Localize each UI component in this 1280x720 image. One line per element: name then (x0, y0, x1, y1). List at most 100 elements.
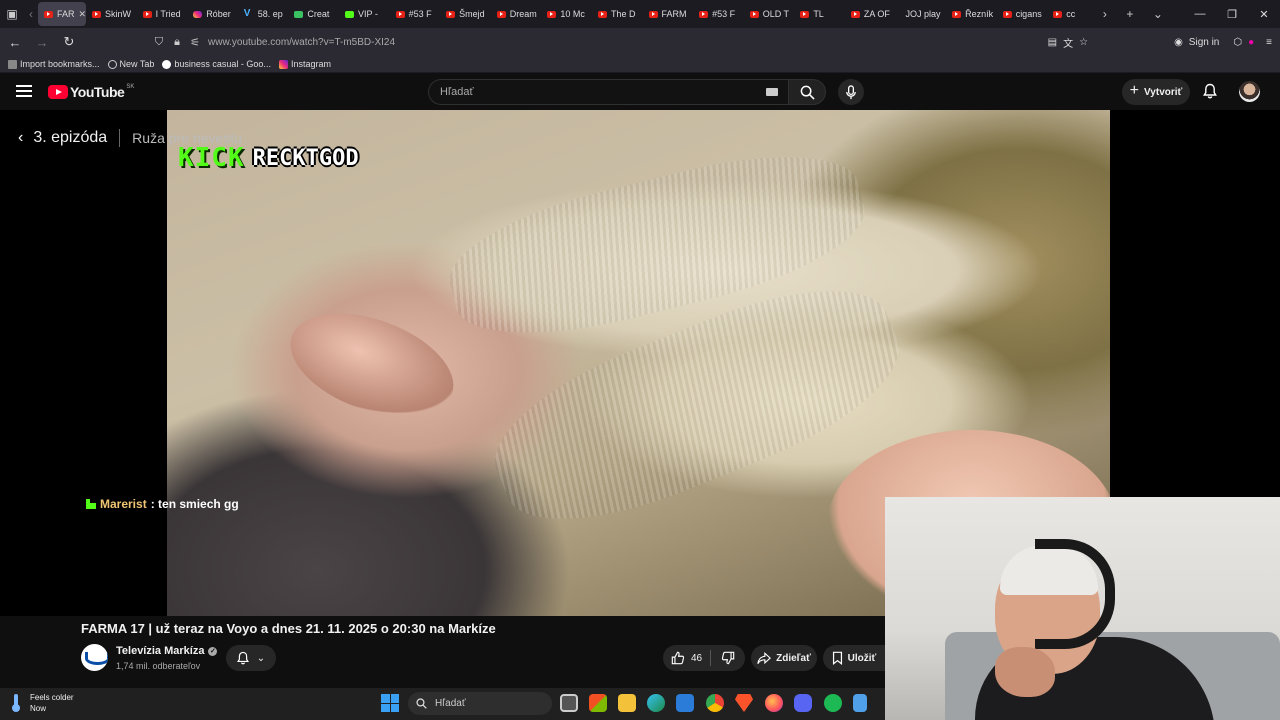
bookmark-item[interactable]: Import bookmarks... (8, 59, 100, 69)
account-avatar[interactable] (1239, 81, 1260, 102)
search-button[interactable] (788, 79, 826, 105)
browser-tab[interactable]: The D (592, 2, 643, 26)
browser-tab[interactable]: cc (1047, 2, 1098, 26)
bookmark-item[interactable]: business casual - Goo... (162, 59, 271, 69)
notifications-button[interactable] (1199, 80, 1221, 102)
scroll-tabs-right-icon[interactable]: › (1098, 2, 1112, 26)
discord-icon[interactable] (794, 694, 812, 712)
save-button[interactable]: Uložiť (823, 645, 885, 671)
browser-tab[interactable]: Řezník (946, 2, 997, 26)
maximize-icon[interactable]: ❐ (1216, 0, 1248, 28)
episode-label: 3. epizóda (33, 129, 108, 146)
shield-icon[interactable]: ⛉ (150, 36, 168, 49)
like-button[interactable]: 46 (663, 645, 710, 671)
browser-tab-label: FARM (661, 9, 687, 19)
import-icon (8, 59, 17, 69)
verified-check-icon: ✓ (208, 646, 218, 656)
notepad-icon[interactable] (853, 694, 867, 712)
edge-icon[interactable] (647, 694, 665, 712)
reload-icon[interactable]: ↻ (57, 30, 81, 54)
back-icon[interactable]: ← (3, 30, 27, 54)
file-explorer-icon[interactable] (618, 694, 636, 712)
channel-avatar[interactable] (81, 644, 108, 671)
tab-overflow-chevron-icon[interactable]: ⌄ (1146, 2, 1170, 26)
account-icon[interactable]: ◉ (1174, 37, 1183, 48)
browser-tab[interactable]: 10 Mc (541, 2, 592, 26)
bookmark-item[interactable]: New Tab (107, 59, 154, 69)
thumbs-down-icon (721, 651, 735, 665)
brave-icon[interactable] (735, 694, 753, 712)
create-button[interactable]: + Vytvoriť (1122, 79, 1190, 105)
url-bar[interactable]: ⛉ 🔒︎ ⚟ www.youtube.com/watch?v=T-m5BD-XI… (150, 31, 1070, 53)
window-close-icon[interactable]: ✕ (1248, 0, 1280, 28)
photos-icon[interactable] (676, 694, 694, 712)
firefox-icon[interactable] (765, 694, 783, 712)
scroll-tabs-left-icon[interactable]: ‹ (24, 2, 38, 26)
spotify-icon[interactable] (824, 694, 842, 712)
forward-icon[interactable]: → (30, 30, 54, 54)
youtube-header: YouTube SK Hľadať + Vytvoriť (0, 73, 1280, 110)
profile-color-icon[interactable]: ● (1248, 37, 1254, 48)
bookmarks-bar: Import bookmarks... New Tab business cas… (0, 56, 1280, 73)
youtube-favicon-icon (547, 10, 557, 18)
tab-list-icon[interactable]: ▣ (0, 2, 24, 26)
voice-search-button[interactable] (838, 79, 864, 105)
browser-tab[interactable]: I Tried (137, 2, 188, 26)
browser-tab[interactable]: SkinW (86, 2, 137, 26)
translate-icon[interactable]: 文 (1063, 35, 1073, 50)
microphone-icon (846, 84, 856, 99)
sign-in-link[interactable]: Sign in (1189, 37, 1220, 48)
browser-tab[interactable]: Róber (187, 2, 238, 26)
search-input[interactable]: Hľadať (428, 79, 788, 105)
browser-tab[interactable]: #53 F (693, 2, 744, 26)
browser-tab[interactable]: Creat (288, 2, 339, 26)
channel-name-row[interactable]: Televízia Markíza ✓ (116, 645, 218, 657)
browser-tab[interactable]: cigans (997, 2, 1048, 26)
browser-tab[interactable]: #53 F (390, 2, 441, 26)
notification-settings-button[interactable]: ⌄ (226, 645, 276, 671)
keyboard-icon[interactable] (766, 88, 778, 96)
bookmark-star-icon[interactable]: ☆ (1079, 37, 1088, 48)
chrome-icon[interactable] (706, 694, 724, 712)
bookmark-item[interactable]: Instagram (278, 59, 331, 69)
microsoft-store-icon[interactable] (589, 694, 607, 712)
browser-tab[interactable]: OLD T (744, 2, 795, 26)
chevron-down-icon: ⌄ (256, 652, 266, 664)
task-view-icon[interactable] (560, 694, 578, 712)
tab-close-icon[interactable]: ✕ (79, 9, 86, 20)
weather-widget[interactable]: Feels colder Now (10, 692, 74, 714)
reader-view-icon[interactable]: ▤ (1048, 37, 1057, 48)
permissions-icon[interactable]: ⚟ (186, 36, 204, 49)
browser-tab[interactable]: Dream (491, 2, 542, 26)
hamburger-menu-icon[interactable] (14, 82, 34, 102)
browser-tab-label: #53 F (408, 9, 432, 19)
browser-tab[interactable]: TL (794, 2, 845, 26)
app-menu-icon[interactable]: ≡ (1266, 37, 1272, 48)
lock-icon[interactable]: 🔒︎ (168, 36, 186, 49)
minimize-icon[interactable]: — (1184, 0, 1216, 28)
browser-tab[interactable]: V 58. ep (238, 2, 289, 26)
new-tab-icon[interactable]: + (1118, 2, 1142, 26)
browser-tab[interactable]: Šmejd (440, 2, 491, 26)
thumbs-up-icon (671, 651, 685, 665)
browser-tab[interactable]: VIP - (339, 2, 390, 26)
browser-tab-active[interactable]: FAR ✕ (38, 2, 86, 26)
extensions-icon[interactable]: ⬡ (1233, 37, 1242, 48)
dislike-button[interactable] (711, 645, 745, 671)
taskbar-search[interactable]: Hľadať (408, 692, 552, 715)
share-button[interactable]: Zdieľať (751, 645, 817, 671)
green-favicon-icon (294, 10, 304, 18)
channel-name[interactable]: Televízia Markíza (116, 645, 204, 657)
url-text[interactable]: www.youtube.com/watch?v=T-m5BD-XI24 (208, 37, 395, 48)
thermometer-icon (10, 693, 22, 713)
bell-icon (236, 651, 249, 665)
browser-tab[interactable]: FARM (643, 2, 694, 26)
share-label: Zdieľať (776, 652, 811, 664)
windows-start-icon[interactable] (381, 694, 399, 712)
chevron-left-icon[interactable]: ‹ (18, 129, 23, 147)
chat-overlay-message: Marerist : ten smiech gg (86, 497, 239, 511)
browser-tab-label: SkinW (105, 9, 132, 19)
browser-tab[interactable]: JOJ play (896, 2, 947, 26)
youtube-logo[interactable]: YouTube SK (48, 84, 134, 100)
browser-tab[interactable]: ZA OF (845, 2, 896, 26)
